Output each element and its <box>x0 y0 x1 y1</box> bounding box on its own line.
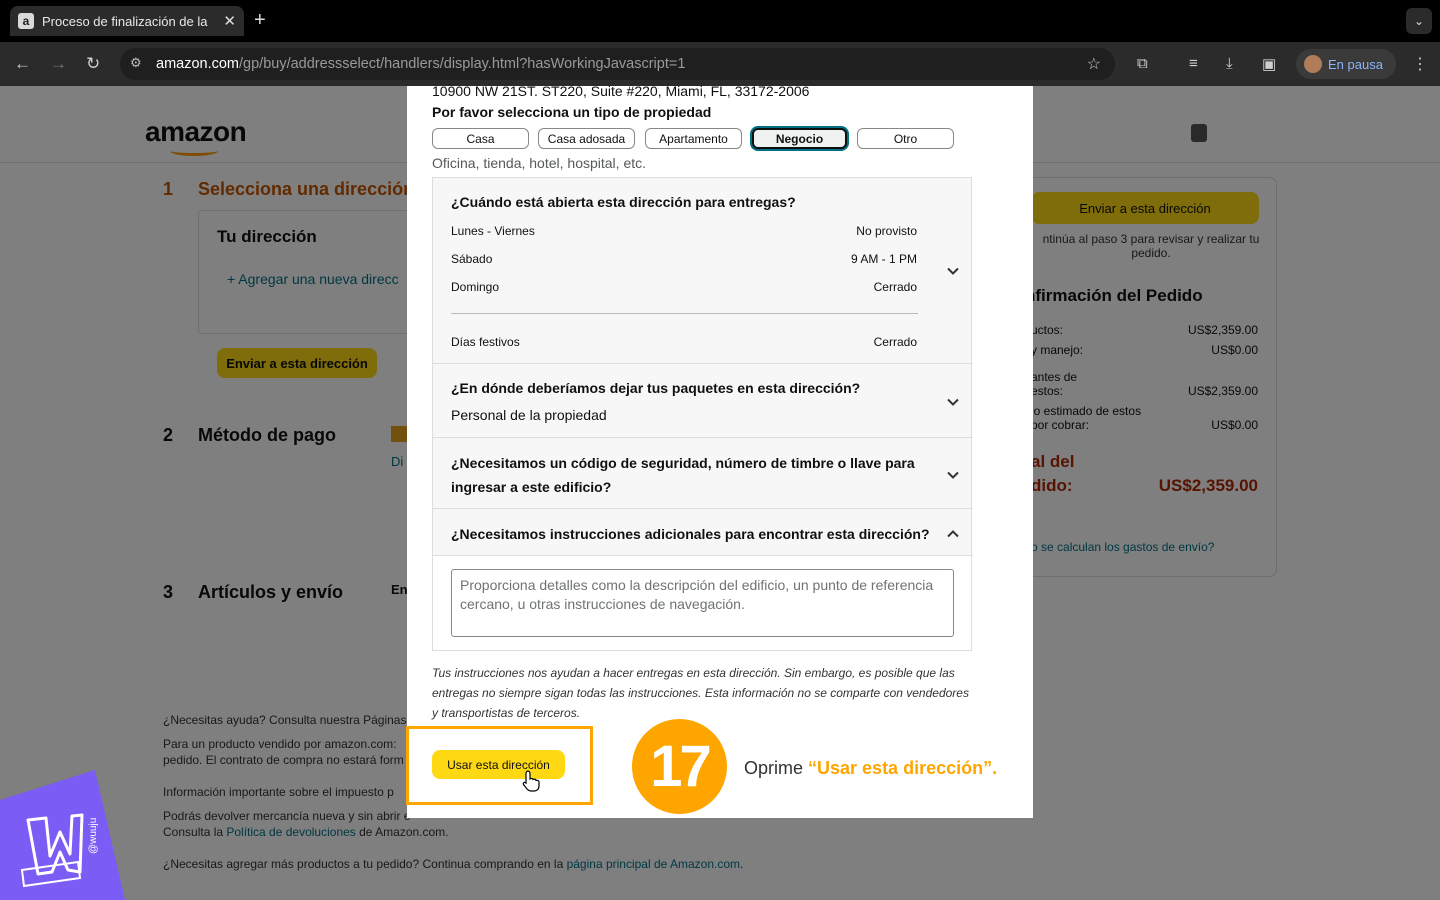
wuuju-watermark-logo: @wuuju <box>0 770 125 900</box>
chevron-down-icon[interactable] <box>947 265 959 277</box>
amazon-favicon-icon: a <box>18 13 34 29</box>
callout-prefix: Oprime <box>744 758 809 778</box>
property-type-negocio[interactable]: Negocio <box>752 128 847 149</box>
property-type-casa-adosada[interactable]: Casa adosada <box>538 128 635 149</box>
packages-question[interactable]: ¿En dónde deberíamos dejar tus paquetes … <box>451 376 860 400</box>
callout-highlight: “Usar esta dirección”. <box>808 758 998 778</box>
reload-icon[interactable]: ↻ <box>86 54 100 74</box>
chevron-down-icon[interactable] <box>947 469 959 481</box>
property-type-description: Oficina, tienda, hotel, hospital, etc. <box>432 155 647 171</box>
instructions-disclaimer: Tus instrucciones nos ayudan a hacer ent… <box>432 666 969 720</box>
instructions-question[interactable]: ¿Necesitamos instrucciones adicionales p… <box>451 522 930 546</box>
url-path: /gp/buy/addressselect/handlers/display.h… <box>239 56 686 72</box>
hours-value: Cerrado <box>873 280 917 294</box>
media-controls-icon[interactable]: ≡ <box>1189 55 1198 72</box>
step-number-badge: 17 <box>628 715 731 818</box>
use-this-address-button[interactable]: Usar esta dirección <box>432 750 565 779</box>
profile-status: En pausa <box>1328 56 1383 72</box>
new-tab-icon[interactable]: + <box>254 9 266 32</box>
extensions-icon[interactable]: ⧉ <box>1137 55 1148 72</box>
profile-button[interactable]: En pausa <box>1296 49 1396 79</box>
chevron-up-icon[interactable] <box>947 528 959 540</box>
modal-address-line: 10900 NW 21ST. ST220, Suite #220, Miami,… <box>432 86 810 99</box>
hours-value: 9 AM - 1 PM <box>850 252 917 266</box>
instructions-textarea[interactable]: Proporciona detalles como la descripción… <box>451 569 954 637</box>
hand-cursor-icon <box>522 770 540 792</box>
svg-text:@wuuju: @wuuju <box>88 818 99 854</box>
hours-day: Domingo <box>451 280 500 294</box>
chevron-down-icon[interactable] <box>947 396 959 408</box>
packages-answer: Personal de la propiedad <box>451 407 607 423</box>
section-divider <box>433 363 973 364</box>
hours-divider <box>451 313 918 314</box>
download-icon[interactable]: ⤓ <box>1226 55 1233 72</box>
address-bar[interactable]: ⚙ amazon.com/gp/buy/addressselect/handle… <box>120 48 1115 80</box>
side-panel-icon[interactable]: ▣ <box>1262 55 1276 73</box>
tab-title: Proceso de finalización de la <box>42 13 208 29</box>
security-question[interactable]: ¿Necesitamos un código de seguridad, núm… <box>451 451 931 499</box>
hours-day: Días festivos <box>451 335 520 349</box>
hours-day: Sábado <box>451 252 493 266</box>
property-type-prompt: Por favor selecciona un tipo de propieda… <box>432 104 712 120</box>
section-divider <box>433 437 973 438</box>
site-settings-icon[interactable]: ⚙ <box>130 55 142 71</box>
hours-value: No provisto <box>856 224 917 238</box>
bookmark-star-icon[interactable]: ☆ <box>1087 54 1101 74</box>
browser-menu-icon[interactable]: ⋮ <box>1412 54 1428 74</box>
url-domain: amazon.com <box>156 56 240 72</box>
tab-search-icon[interactable]: ⌄ <box>1406 8 1432 34</box>
delivery-preferences-panel: ¿Cuándo está abierta esta dirección para… <box>432 177 973 651</box>
tab-bar: a Proceso de finalización de la ✕ + ⌄ <box>0 0 1440 42</box>
hours-day: Lunes - Viernes <box>451 224 535 238</box>
hours-question[interactable]: ¿Cuándo está abierta esta dirección para… <box>451 190 796 214</box>
address-preferences-modal: 10900 NW 21ST. ST220, Suite #220, Miami,… <box>407 86 1033 818</box>
section-divider <box>433 508 973 509</box>
property-type-apartamento[interactable]: Apartamento <box>645 128 742 149</box>
property-type-otro[interactable]: Otro <box>857 128 954 149</box>
callout-instruction: Oprime “Usar esta dirección”. <box>744 758 997 779</box>
avatar <box>1304 55 1322 73</box>
forward-icon[interactable]: → <box>50 54 67 74</box>
property-type-casa[interactable]: Casa <box>432 128 529 149</box>
browser-toolbar: ← → ↻ ⚙ amazon.com/gp/buy/addressselect/… <box>0 42 1440 86</box>
hours-value: Cerrado <box>873 335 917 349</box>
browser-tab[interactable]: a Proceso de finalización de la ✕ <box>10 6 244 36</box>
close-tab-icon[interactable]: ✕ <box>223 12 236 30</box>
back-icon[interactable]: ← <box>14 54 31 74</box>
